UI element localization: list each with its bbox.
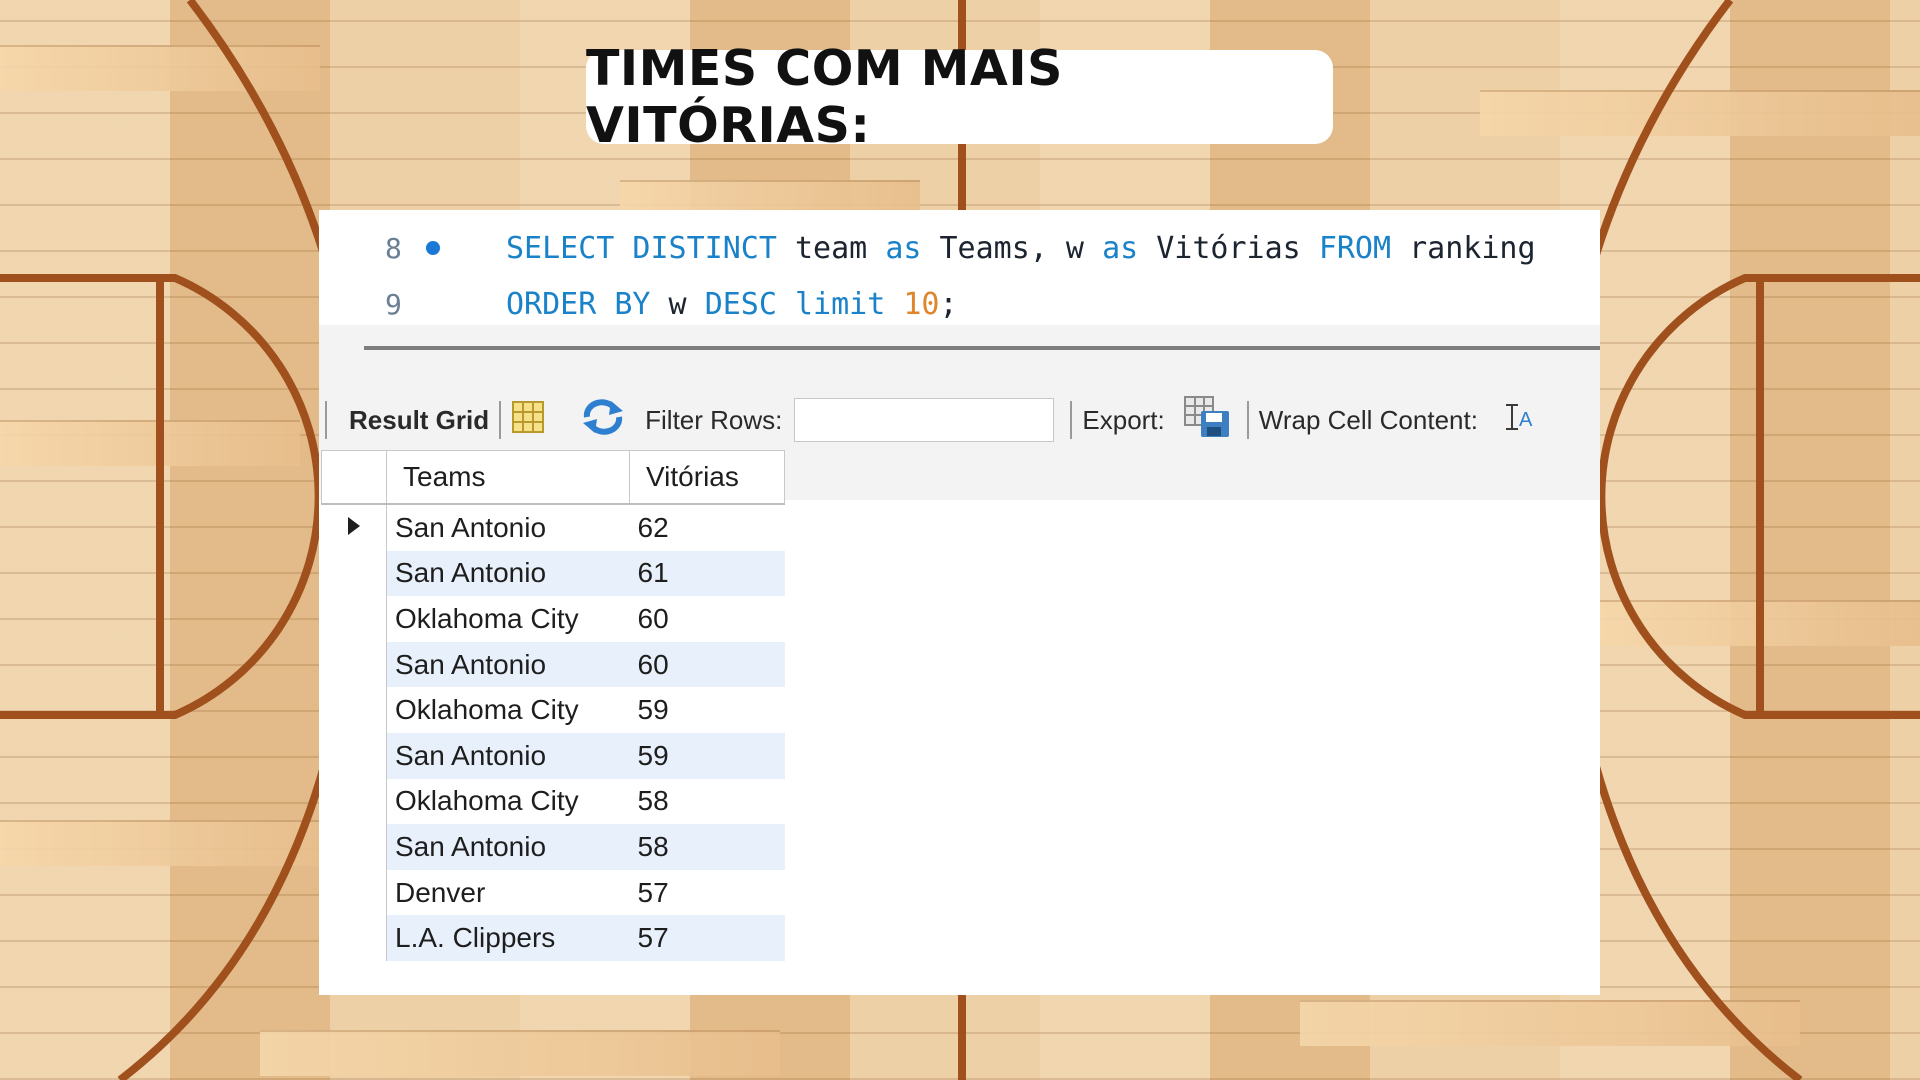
current-row-arrow-icon: [347, 516, 360, 535]
row-marker[interactable]: [321, 550, 387, 597]
wrap-cell-content-label: Wrap Cell Content:: [1258, 404, 1478, 435]
title-banner: TIMES COM MAIS VITÓRIAS:: [586, 40, 1333, 154]
export-save-icon[interactable]: [1183, 395, 1231, 446]
cell-vitorias[interactable]: 57: [630, 870, 785, 916]
row-marker[interactable]: [321, 641, 387, 688]
row-marker[interactable]: [321, 687, 387, 733]
cell-team[interactable]: Oklahoma City: [387, 596, 630, 642]
line-number: 9: [385, 287, 402, 321]
toolbar-separator: [325, 401, 327, 439]
table-row[interactable]: San Antonio 58: [321, 824, 785, 870]
filter-rows-label: Filter Rows:: [645, 404, 783, 435]
table-row[interactable]: San Antonio 59: [321, 732, 785, 779]
cell-team[interactable]: Denver: [387, 870, 630, 916]
column-header-teams[interactable]: Teams: [386, 450, 630, 505]
cell-vitorias[interactable]: 59: [630, 687, 785, 733]
cell-vitorias[interactable]: 59: [629, 732, 785, 779]
result-grid-tab[interactable]: Result Grid: [349, 405, 489, 436]
cell-team[interactable]: San Antonio: [386, 550, 630, 597]
code-token-id: ranking: [1391, 230, 1536, 266]
row-marker[interactable]: [321, 824, 387, 870]
code-line-8: 8 SELECT DISTINCT team as Teams, w as Vi…: [319, 228, 1600, 268]
statement-bullet-icon: [426, 241, 440, 255]
export-label: Export:: [1082, 404, 1165, 435]
result-grid: Teams Vitórias San Antonio 62 San Antonio 6…: [321, 450, 785, 961]
cell-team[interactable]: San Antonio: [387, 504, 630, 551]
code-token-id: Vitórias: [1138, 230, 1319, 266]
code-token-num: 10: [885, 286, 940, 322]
code-token-id: team: [776, 230, 886, 266]
row-marker[interactable]: [321, 596, 387, 642]
cell-team[interactable]: San Antonio: [386, 824, 630, 870]
table-row[interactable]: San Antonio 61: [321, 550, 785, 597]
column-header-vitorias[interactable]: Vitórias: [629, 450, 785, 505]
row-marker[interactable]: [321, 504, 387, 551]
workbench-screenshot: 8 SELECT DISTINCT team as Teams, w as Vi…: [319, 210, 1600, 995]
cell-vitorias[interactable]: 58: [630, 779, 785, 825]
table-row[interactable]: Oklahoma City 60: [321, 596, 785, 642]
grid-header-row: Teams Vitórias: [321, 450, 785, 505]
table-row[interactable]: L.A. Clippers 57: [321, 915, 785, 961]
wrap-toggle-icon[interactable]: A: [1504, 401, 1534, 440]
code-text: SELECT DISTINCT team as Teams, w as Vitó…: [506, 231, 1536, 266]
row-marker[interactable]: [321, 732, 387, 779]
code-token-kw: as: [885, 230, 922, 266]
code-token-kw: ORDER BY: [506, 286, 651, 322]
cell-vitorias[interactable]: 57: [629, 915, 785, 961]
code-token-kw: DESC limit: [704, 286, 886, 322]
refresh-icon[interactable]: [581, 398, 625, 442]
filter-rows-input[interactable]: [794, 398, 1055, 442]
code-token-kw: as: [1102, 230, 1139, 266]
table-row[interactable]: Oklahoma City 58: [321, 778, 785, 825]
line-number: 8: [385, 231, 402, 265]
cell-team[interactable]: San Antonio: [386, 641, 630, 688]
toolbar-separator: [499, 401, 502, 439]
cell-vitorias[interactable]: 60: [630, 596, 785, 642]
cell-team[interactable]: Oklahoma City: [387, 779, 630, 825]
result-toolbar: Result Grid Filter Rows: Export: Wrap Ce…: [319, 390, 1600, 450]
toolbar-separator: [1246, 401, 1249, 439]
grid-body: San Antonio 62 San Antonio 61 Oklahoma City 6…: [321, 504, 785, 961]
row-marker[interactable]: [321, 869, 387, 916]
sql-editor[interactable]: 8 SELECT DISTINCT team as Teams, w as Vi…: [319, 210, 1600, 322]
toolbar-separator: [1070, 401, 1073, 439]
code-token-id: w: [650, 286, 705, 322]
table-row[interactable]: Denver 57: [321, 869, 785, 916]
grid-corner-cell[interactable]: [321, 450, 387, 505]
cell-vitorias[interactable]: 62: [630, 504, 785, 551]
code-token-id: ;: [939, 286, 958, 322]
cell-team[interactable]: San Antonio: [386, 732, 630, 779]
cell-vitorias[interactable]: 58: [629, 824, 785, 870]
cell-vitorias[interactable]: 60: [629, 641, 785, 688]
form-editor-icon[interactable]: [511, 400, 547, 441]
code-token-kw: SELECT DISTINCT: [506, 230, 777, 266]
code-token-kw: FROM: [1318, 230, 1392, 266]
table-row[interactable]: San Antonio 60: [321, 641, 785, 688]
page-title: TIMES COM MAIS VITÓRIAS:: [586, 40, 1063, 154]
row-marker[interactable]: [321, 915, 387, 961]
cell-team[interactable]: Oklahoma City: [387, 687, 630, 733]
svg-text:A: A: [1519, 409, 1533, 431]
row-marker[interactable]: [321, 778, 387, 825]
code-token-id: Teams, w: [921, 230, 1103, 266]
table-row[interactable]: Oklahoma City 59: [321, 687, 785, 733]
table-row[interactable]: San Antonio 62: [321, 504, 785, 551]
cell-vitorias[interactable]: 61: [629, 550, 785, 597]
code-text: ORDER BY w DESC limit 10;: [506, 287, 958, 322]
cell-team[interactable]: L.A. Clippers: [386, 915, 630, 961]
panel-splitter[interactable]: [364, 346, 1600, 350]
code-line-9: 9 ORDER BY w DESC limit 10;: [319, 284, 1600, 324]
